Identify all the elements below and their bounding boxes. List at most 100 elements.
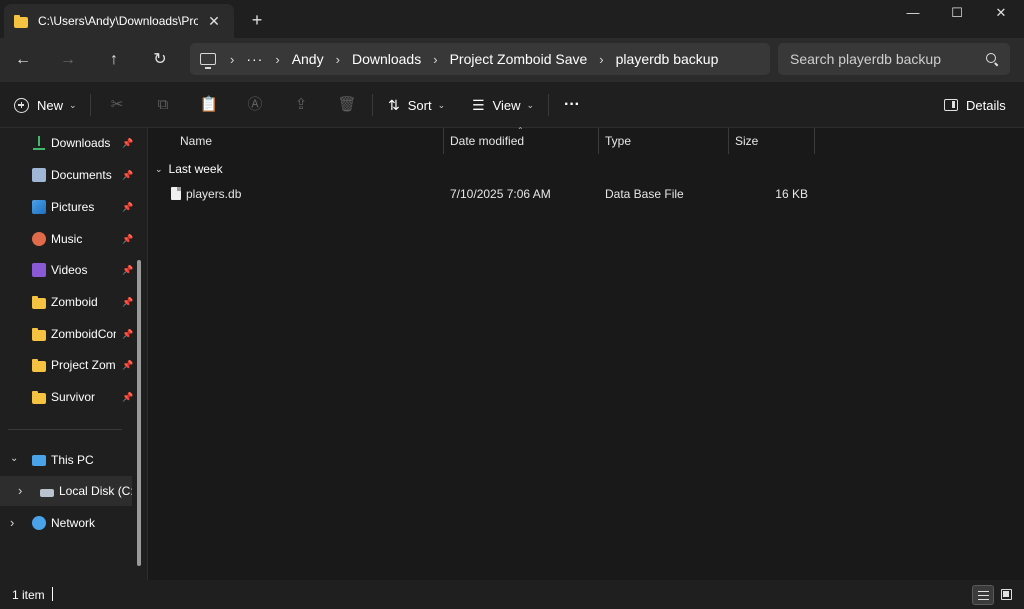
- sort-label: Sort: [407, 97, 432, 113]
- command-bar: New ⌄ ✂ ⧉ 📋 Ⓐ ⇪ 🗑 ⇅ Sort ⌄ ☰ View ⌄ ··· …: [0, 82, 1024, 128]
- chevron-right-icon[interactable]: ›: [18, 483, 22, 498]
- cut-icon[interactable]: ✂: [102, 91, 132, 119]
- breadcrumb-separator[interactable]: ›: [433, 52, 437, 67]
- paste-icon[interactable]: 📋: [194, 91, 224, 119]
- computer-icon: [32, 454, 46, 466]
- chevron-down-icon[interactable]: ⌄: [155, 164, 163, 175]
- navigation-bar: ← → ↑ ↻ › ··· › Andy › Downloads › Proje…: [0, 38, 1024, 82]
- delete-icon[interactable]: 🗑: [332, 91, 362, 119]
- column-header-size[interactable]: Size: [728, 128, 814, 154]
- column-header-type[interactable]: Type: [598, 128, 728, 154]
- sidebar-item-project-zomboid-save[interactable]: Project Zomboid Save 📌: [0, 350, 134, 380]
- maximize-button[interactable]: ☐: [934, 0, 980, 30]
- folder-icon: [32, 358, 46, 372]
- title-bar: C:\Users\Andy\Downloads\Project Zomboid …: [0, 0, 1024, 38]
- sidebar-item-zomboidconfig[interactable]: ZomboidConfig 📌: [0, 319, 134, 349]
- breadcrumb-separator[interactable]: ›: [599, 52, 603, 67]
- details-view-icon: [978, 591, 989, 600]
- tiles-view-button[interactable]: [996, 585, 1018, 605]
- sort-button[interactable]: ⇅ Sort ⌄: [388, 91, 445, 119]
- search-box[interactable]: [778, 43, 1010, 75]
- pin-icon: 📌: [122, 328, 134, 339]
- sidebar-item-label: Pictures: [51, 200, 95, 214]
- tab-close-button[interactable]: ✕: [204, 13, 224, 30]
- pin-icon: 📌: [122, 169, 134, 180]
- sidebar-item-zomboid[interactable]: Zomboid 📌: [0, 287, 134, 317]
- close-window-button[interactable]: ✕: [978, 0, 1024, 30]
- breadcrumb-separator[interactable]: ›: [336, 52, 340, 67]
- sidebar-item-label: Videos: [51, 263, 88, 277]
- folder-icon: [32, 295, 46, 309]
- group-header-last-week[interactable]: ⌄ Last week: [155, 160, 223, 178]
- breadcrumb-andy[interactable]: Andy: [292, 51, 324, 67]
- rename-icon[interactable]: Ⓐ: [240, 91, 270, 119]
- sidebar-item-local-disk[interactable]: › Local Disk (C:): [0, 476, 132, 506]
- folder-icon: [32, 327, 46, 341]
- search-input[interactable]: [790, 51, 986, 67]
- file-type: Data Base File: [605, 187, 684, 201]
- breadcrumb-playerdb-backup[interactable]: playerdb backup: [616, 51, 719, 67]
- sidebar-item-survivor[interactable]: Survivor 📌: [0, 382, 133, 412]
- breadcrumb-project-zomboid-save[interactable]: Project Zomboid Save: [450, 51, 588, 67]
- forward-button[interactable]: →: [53, 46, 83, 74]
- computer-icon[interactable]: [200, 53, 216, 69]
- sidebar-item-label: Network: [51, 516, 96, 530]
- divider: [548, 94, 549, 116]
- sidebar-item-videos[interactable]: Videos 📌: [0, 255, 134, 285]
- pin-icon: 📌: [122, 137, 134, 148]
- column-divider[interactable]: [814, 128, 815, 154]
- new-tab-button[interactable]: +: [246, 9, 268, 31]
- address-bar[interactable]: › ··· › Andy › Downloads › Project Zombo…: [190, 43, 770, 75]
- folder-icon: [32, 390, 46, 404]
- breadcrumb-overflow-button[interactable]: ···: [246, 51, 263, 67]
- file-row[interactable]: players.db 7/10/2025 7:06 AM Data Base F…: [149, 182, 819, 206]
- share-icon[interactable]: ⇪: [286, 91, 316, 119]
- file-name: players.db: [186, 187, 242, 201]
- column-header-name[interactable]: Name: [173, 128, 443, 154]
- pin-icon: 📌: [122, 233, 134, 244]
- sidebar-item-network[interactable]: › Network: [0, 508, 132, 538]
- details-pane-button[interactable]: Details: [944, 91, 1006, 119]
- chevron-right-icon[interactable]: ›: [10, 515, 14, 530]
- divider: [372, 94, 373, 116]
- back-button[interactable]: ←: [8, 46, 38, 74]
- pin-icon: 📌: [122, 296, 134, 307]
- refresh-button[interactable]: ↻: [145, 46, 175, 74]
- sidebar-item-music[interactable]: Music 📌: [0, 224, 134, 254]
- status-bar: 1 item: [0, 580, 1024, 609]
- more-options-button[interactable]: ···: [564, 91, 580, 119]
- chevron-down-icon: ⌄: [69, 99, 77, 110]
- sort-ascending-icon: ⌃: [517, 126, 524, 135]
- breadcrumb-separator[interactable]: ›: [230, 52, 234, 67]
- sidebar-item-this-pc[interactable]: ⌄ This PC: [0, 445, 132, 475]
- search-icon[interactable]: [986, 53, 998, 65]
- minimize-button[interactable]: —: [890, 0, 936, 30]
- details-label: Details: [966, 97, 1006, 113]
- view-label: View: [492, 97, 521, 113]
- file-icon: [171, 187, 181, 200]
- sidebar-item-label: Downloads: [51, 136, 111, 150]
- new-button[interactable]: New ⌄: [14, 91, 77, 119]
- up-button[interactable]: ↑: [99, 46, 129, 74]
- sidebar-item-downloads[interactable]: Downloads 📌: [0, 128, 134, 158]
- sidebar-item-label: Project Zomboid Save: [51, 358, 116, 372]
- sidebar-divider: [8, 429, 122, 430]
- pin-icon: 📌: [122, 359, 134, 370]
- view-button[interactable]: ☰ View ⌄: [472, 91, 534, 119]
- chevron-down-icon[interactable]: ⌄: [10, 453, 18, 464]
- tab-title: C:\Users\Andy\Downloads\Project Zomboid …: [38, 14, 198, 28]
- music-icon: [32, 232, 46, 246]
- sidebar-item-label: Documents: [51, 168, 112, 182]
- sidebar-item-documents[interactable]: Documents 📌: [0, 160, 134, 190]
- chevron-down-icon: ⌄: [437, 99, 446, 110]
- active-tab[interactable]: C:\Users\Andy\Downloads\Project Zomboid …: [4, 4, 234, 38]
- breadcrumb-downloads[interactable]: Downloads: [352, 51, 421, 67]
- details-pane-icon: [944, 99, 958, 111]
- sidebar-item-pictures[interactable]: Pictures 📌: [0, 192, 133, 222]
- breadcrumb-separator[interactable]: ›: [275, 52, 279, 67]
- sidebar-scrollbar[interactable]: [137, 260, 141, 566]
- copy-icon[interactable]: ⧉: [148, 91, 178, 119]
- details-view-button[interactable]: [972, 585, 994, 605]
- sort-icon: ⇅: [388, 96, 400, 113]
- pin-icon: 📌: [122, 264, 134, 275]
